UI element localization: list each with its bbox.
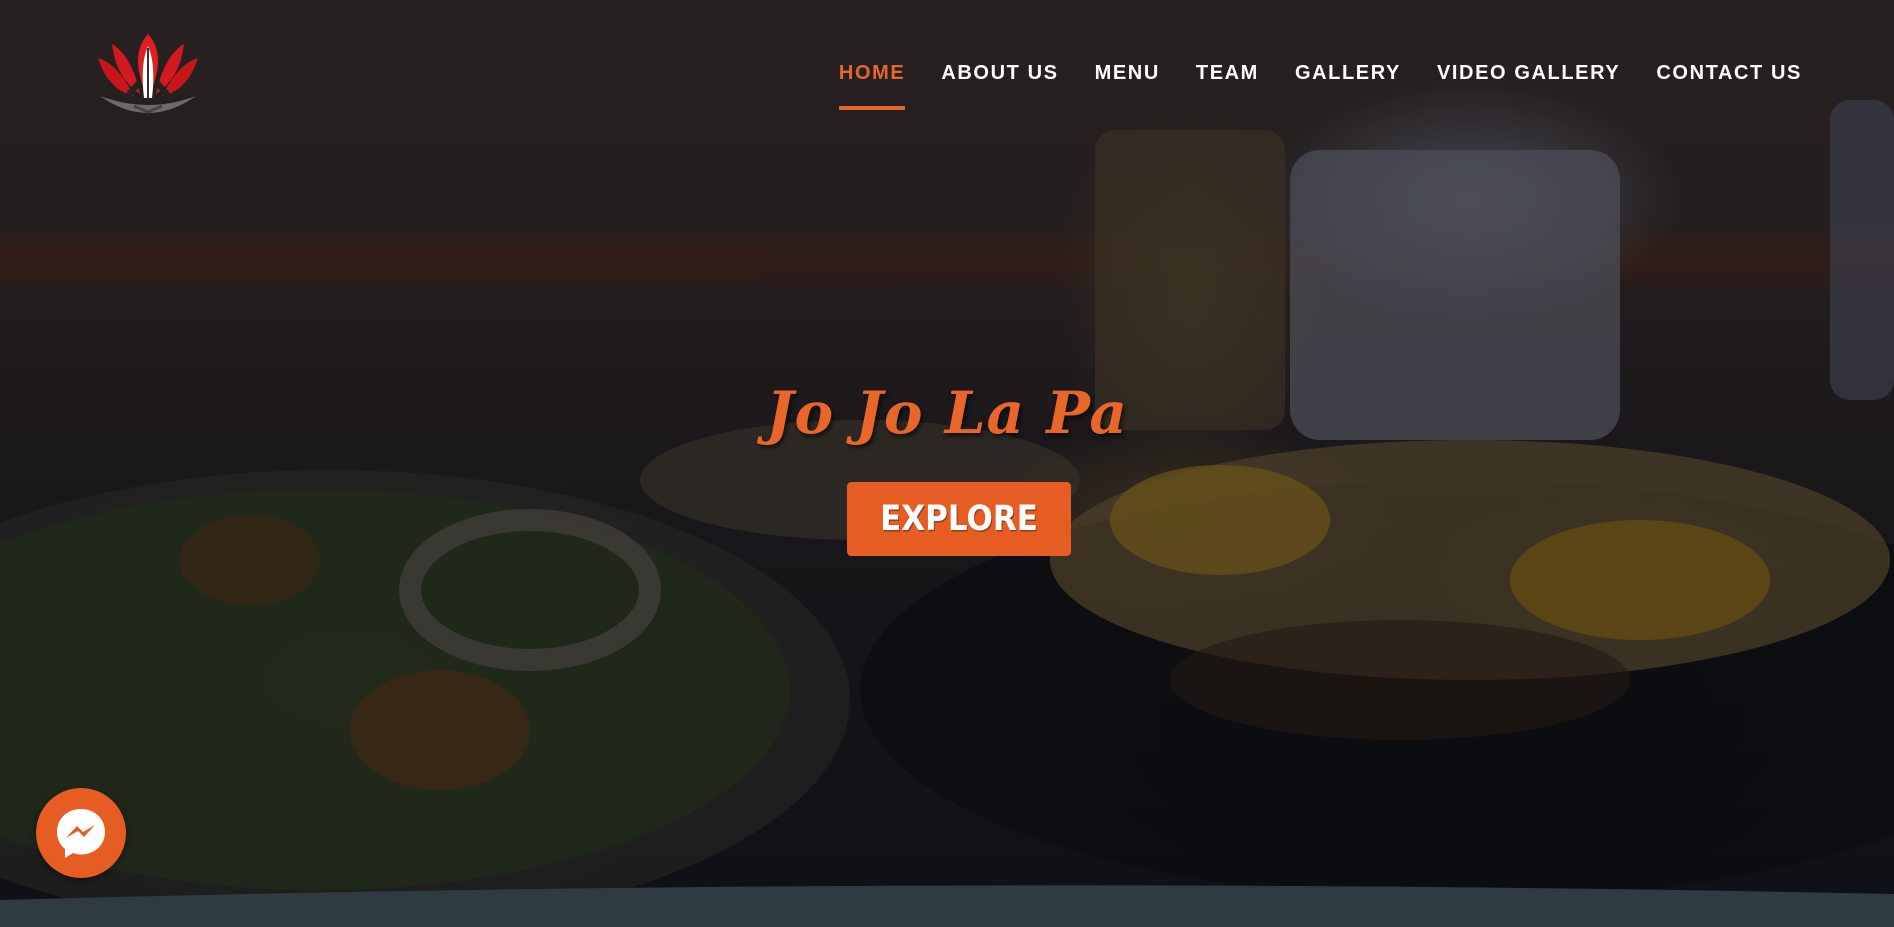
nav-item-team[interactable]: TEAM — [1178, 60, 1277, 87]
nav-item-contact-us[interactable]: CONTACT US — [1638, 60, 1820, 87]
messenger-icon — [57, 809, 105, 858]
main-nav: HOME ABOUT US MENU TEAM GALLERY VIDEO GA… — [821, 60, 1820, 110]
hero-title: Jo Jo La Pa — [766, 378, 1128, 447]
explore-button[interactable]: EXPLORE — [847, 482, 1071, 556]
nav-item-about-us[interactable]: ABOUT US — [923, 60, 1076, 87]
nav-item-gallery[interactable]: GALLERY — [1277, 60, 1419, 87]
nav-item-home[interactable]: HOME — [821, 60, 923, 110]
hero-dark-overlay — [0, 0, 1894, 927]
nav-item-video-gallery[interactable]: VIDEO GALLERY — [1419, 60, 1638, 87]
hero-section — [0, 0, 1894, 927]
site-logo[interactable] — [94, 34, 202, 120]
lotus-praying-hands-icon — [98, 34, 198, 114]
nav-item-menu[interactable]: MENU — [1077, 60, 1178, 87]
messenger-chat-button[interactable] — [36, 788, 126, 878]
section-divider-curve — [0, 885, 1894, 927]
